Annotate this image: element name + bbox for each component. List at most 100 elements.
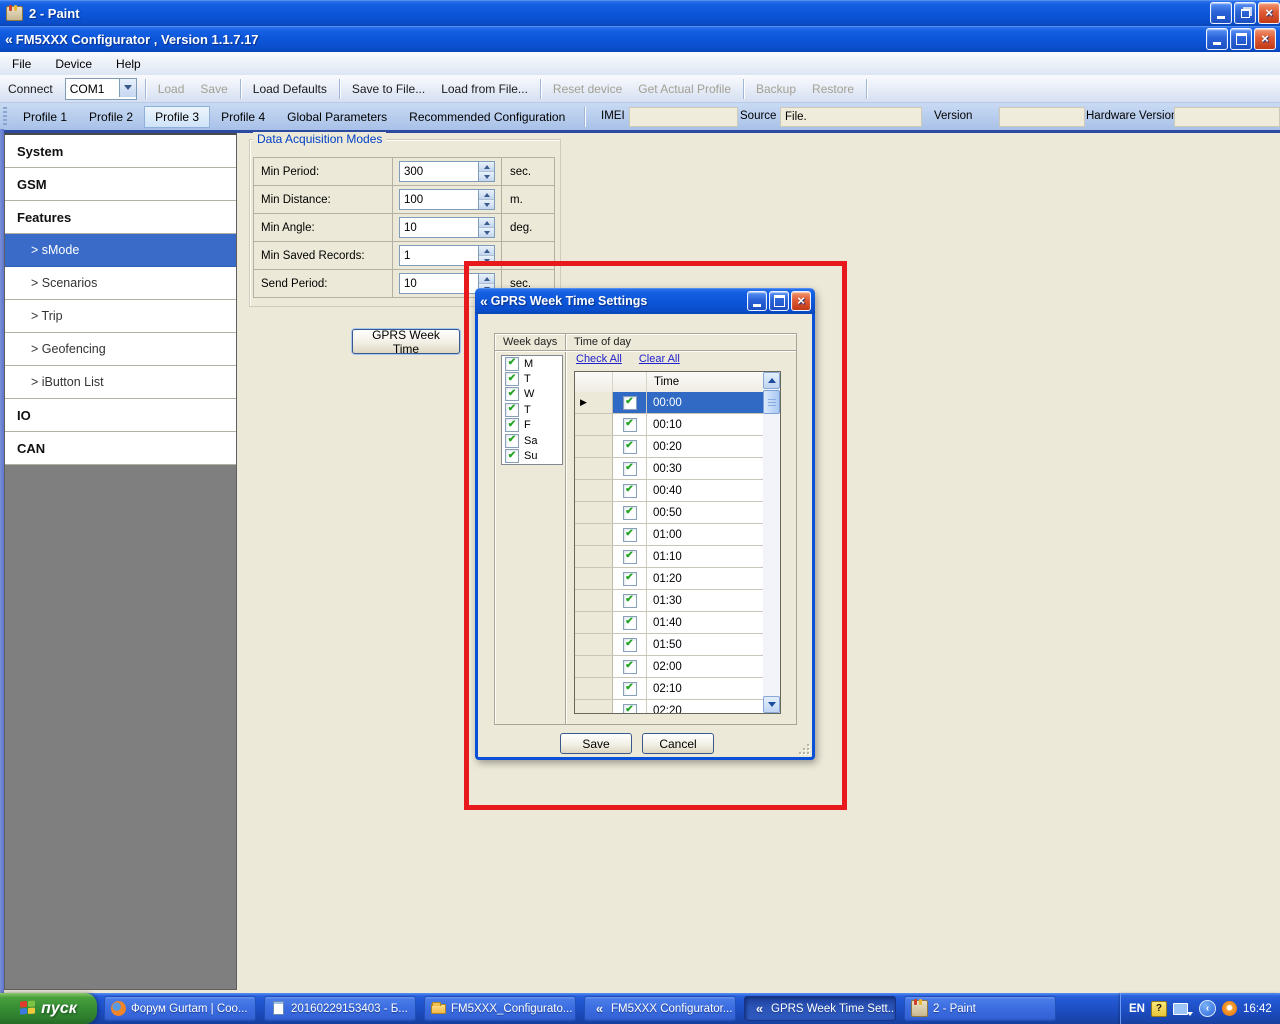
- spin-down-button[interactable]: [479, 228, 494, 237]
- hardware-version-label: Hardware Version: [1086, 110, 1177, 122]
- paint-icon: [6, 6, 23, 21]
- windows-logo-icon: [20, 1000, 36, 1016]
- tab-profile-3[interactable]: Profile 3: [144, 106, 210, 128]
- load-from-file-button[interactable]: Load from File...: [433, 78, 536, 100]
- minimize-icon: [1217, 16, 1225, 19]
- minimize-icon: [1213, 42, 1221, 45]
- min-angle-input[interactable]: 10: [399, 217, 495, 238]
- toolbar-separator: [866, 79, 867, 99]
- start-label: пуск: [41, 1000, 77, 1018]
- arrow-up-icon: [484, 221, 490, 225]
- taskbar-item-gprs-dialog[interactable]: « GPRS Week Time Sett...: [744, 996, 896, 1021]
- connect-button[interactable]: Connect: [0, 78, 61, 100]
- app-window-title: FM5XXX Configurator , Version 1.1.7.17: [16, 32, 259, 47]
- arrow-up-icon: [484, 249, 490, 253]
- sidebar-item-io[interactable]: IO: [5, 399, 236, 432]
- form-row: Min Distance: 100 m.: [254, 186, 554, 214]
- app-maximize-button[interactable]: [1230, 28, 1252, 50]
- close-icon: ×: [1261, 32, 1269, 45]
- arrow-down-icon: [484, 231, 490, 235]
- tab-profile-2[interactable]: Profile 2: [78, 106, 144, 128]
- task-label: FM5XXX_Configurato...: [451, 1003, 572, 1015]
- spin-up-button[interactable]: [479, 162, 494, 172]
- chevron-down-icon: [124, 85, 132, 90]
- toolbar-separator: [540, 79, 541, 99]
- sidebar-item-trip[interactable]: > Trip: [5, 300, 236, 333]
- paint-window-title: 2 - Paint: [29, 6, 80, 21]
- tab-profile-4[interactable]: Profile 4: [210, 106, 276, 128]
- min-saved-records-label: Min Saved Records:: [254, 242, 393, 269]
- get-actual-profile-button: Get Actual Profile: [630, 78, 739, 100]
- menu-device[interactable]: Device: [43, 57, 104, 71]
- min-saved-records-value: 1: [404, 250, 410, 262]
- clock: 16:42: [1243, 1003, 1272, 1015]
- task-label: Форум Gurtam | Coo...: [131, 1003, 248, 1015]
- sidebar-item-scenarios[interactable]: > Scenarios: [5, 267, 236, 300]
- menu-help[interactable]: Help: [104, 57, 153, 71]
- min-angle-unit: deg.: [502, 214, 554, 241]
- arrow-down-icon: [484, 175, 490, 179]
- spin-up-button[interactable]: [479, 190, 494, 200]
- menu-file[interactable]: File: [0, 57, 43, 71]
- paint-restore-button[interactable]: [1234, 2, 1256, 24]
- app-titlebar: « FM5XXX Configurator , Version 1.1.7.17…: [0, 26, 1280, 52]
- min-period-label: Min Period:: [254, 158, 393, 185]
- taskbar-item-configurator[interactable]: « FM5XXX Configurator...: [584, 996, 736, 1021]
- paint-close-button[interactable]: ×: [1258, 2, 1280, 24]
- source-field: File.: [780, 107, 922, 127]
- language-indicator[interactable]: EN: [1129, 1003, 1145, 1015]
- hide-icons-button[interactable]: ‹: [1199, 1000, 1216, 1017]
- toolbar: Connect COM1 Load Save Load Defaults Sav…: [0, 75, 1280, 103]
- com-port-select[interactable]: COM1: [65, 78, 137, 100]
- toolbar-separator: [339, 79, 340, 99]
- tab-recommended-configuration[interactable]: Recommended Configuration: [398, 106, 576, 128]
- app-minimize-button[interactable]: [1206, 28, 1228, 50]
- taskbar: пуск Форум Gurtam | Coo... 2016022915340…: [0, 993, 1280, 1024]
- taskbar-item-browser[interactable]: Форум Gurtam | Coo...: [104, 996, 256, 1021]
- display-icon[interactable]: [1173, 1003, 1188, 1015]
- restore-icon: [1241, 9, 1250, 18]
- tab-profile-1[interactable]: Profile 1: [12, 106, 78, 128]
- sidebar-item-ibutton-list[interactable]: > iButton List: [5, 366, 236, 399]
- spin-up-button[interactable]: [479, 218, 494, 228]
- tab-global-parameters[interactable]: Global Parameters: [276, 106, 398, 128]
- toolbar-grip[interactable]: [3, 107, 7, 127]
- spin-up-button[interactable]: [479, 246, 494, 256]
- taskbar-item-folder[interactable]: FM5XXX_Configurato...: [424, 996, 576, 1021]
- arrow-down-icon: [484, 203, 490, 207]
- taskbar-item-paint[interactable]: 2 - Paint: [904, 996, 1056, 1021]
- gprs-week-time-button[interactable]: GPRS Week Time: [352, 329, 460, 354]
- sidebar-item-can[interactable]: CAN: [5, 432, 236, 465]
- min-angle-value: 10: [404, 222, 417, 234]
- sidebar-item-geofencing[interactable]: > Geofencing: [5, 333, 236, 366]
- source-label: Source: [740, 110, 776, 122]
- arrow-up-icon: [484, 193, 490, 197]
- load-defaults-button[interactable]: Load Defaults: [245, 78, 335, 100]
- tabbar-separator: [584, 107, 585, 127]
- app-close-button[interactable]: ×: [1254, 28, 1276, 50]
- task-label: GPRS Week Time Sett...: [771, 1003, 896, 1015]
- save-button: Save: [192, 78, 235, 100]
- sidebar-item-smode[interactable]: > sMode: [5, 234, 236, 267]
- send-period-value: 10: [404, 278, 417, 290]
- paint-titlebar: 2 - Paint ×: [0, 0, 1280, 26]
- min-period-input[interactable]: 300: [399, 161, 495, 182]
- sidebar-item-features[interactable]: Features: [5, 201, 236, 234]
- paint-minimize-button[interactable]: [1210, 2, 1232, 24]
- spin-down-button[interactable]: [479, 172, 494, 181]
- start-button[interactable]: пуск: [0, 993, 97, 1024]
- folder-icon: [431, 1004, 446, 1014]
- sidebar-item-gsm[interactable]: GSM: [5, 168, 236, 201]
- com-port-dropdown-button[interactable]: [119, 79, 136, 97]
- hardware-version-field: [1174, 107, 1280, 127]
- min-distance-input[interactable]: 100: [399, 189, 495, 210]
- help-icon[interactable]: ?: [1151, 1001, 1167, 1017]
- tray-app-icon[interactable]: [1222, 1001, 1237, 1016]
- version-field: [999, 107, 1085, 127]
- sidebar-item-system[interactable]: System: [5, 135, 236, 168]
- profile-tabbar: Profile 1 Profile 2 Profile 3 Profile 4 …: [0, 103, 1280, 133]
- spin-down-button[interactable]: [479, 200, 494, 209]
- taskbar-item-document[interactable]: 20160229153403 - Б...: [264, 996, 416, 1021]
- save-to-file-button[interactable]: Save to File...: [344, 78, 433, 100]
- load-button: Load: [150, 78, 193, 100]
